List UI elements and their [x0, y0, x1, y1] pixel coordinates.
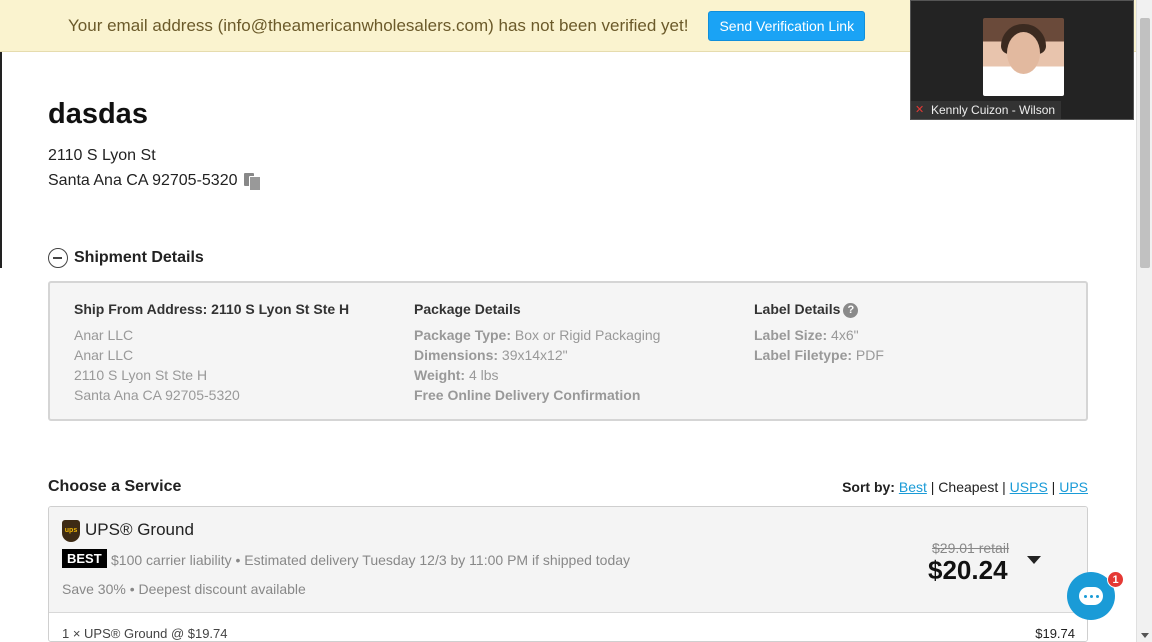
sort-option-ups[interactable]: UPS — [1059, 479, 1088, 495]
service-savings: Save 30% • Deepest discount available — [62, 581, 306, 597]
muted-mic-icon: ✕ — [915, 104, 925, 116]
package-type-row: Package Type: Box or Rigid Packaging — [414, 325, 660, 345]
retail-price: $29.01 retail — [932, 540, 1010, 556]
label-details-heading: Label Details — [754, 301, 841, 317]
service-price: $20.24 — [928, 555, 1008, 585]
sort-by-label: Sort by: — [842, 479, 895, 495]
line-item-description: 1 × UPS® Ground @ $19.74 — [62, 626, 228, 641]
delivery-confirmation-row: Free Online Delivery Confirmation — [414, 385, 660, 405]
package-type-label: Package Type: — [414, 327, 512, 343]
label-filetype-label: Label Filetype: — [754, 347, 853, 363]
left-divider — [0, 52, 2, 268]
service-summary[interactable]: ups UPS® Ground BEST $100 carrier liabil… — [49, 507, 1087, 613]
service-name: UPS® Ground — [85, 520, 194, 539]
ship-from-column: Ship From Address: 2110 S Lyon St Ste H … — [74, 299, 349, 405]
ship-from-line: Santa Ana CA 92705-5320 — [74, 387, 240, 403]
label-filetype-row: Label Filetype: PDF — [754, 345, 884, 365]
ship-from-heading: Ship From Address: 2110 S Lyon St Ste H — [74, 301, 350, 317]
order-title: dasdas — [48, 98, 148, 130]
ship-from-line: 2110 S Lyon St Ste H — [74, 367, 208, 383]
dimensions-label: Dimensions: — [414, 347, 499, 363]
shipment-details-panel: Ship From Address: 2110 S Lyon St Ste H … — [48, 281, 1088, 421]
label-size-value: 4x6" — [831, 327, 859, 343]
label-size-label: Label Size: — [754, 327, 828, 343]
ups-logo-icon: ups — [62, 520, 80, 542]
dimensions-value: 39x14x12" — [501, 347, 568, 363]
scrollbar-thumb[interactable] — [1140, 18, 1150, 268]
label-details-heading-row: Label Details? — [754, 299, 884, 319]
scroll-down-arrow-icon[interactable] — [1141, 633, 1149, 638]
ship-from-line: Anar LLC — [74, 347, 134, 363]
package-details-column: Package Details Package Type: Box or Rig… — [414, 299, 660, 405]
sort-option-usps[interactable]: USPS — [1010, 479, 1048, 495]
sort-by-controls: Sort by: Best | Cheapest | USPS | UPS — [842, 479, 1088, 495]
participant-face — [1007, 32, 1040, 74]
weight-row: Weight: 4 lbs — [414, 365, 660, 385]
label-filetype-value: PDF — [855, 347, 884, 363]
service-line-item-row: 1 × UPS® Ground @ $19.74 $19.74 — [49, 613, 1087, 641]
chat-unread-badge: 1 — [1107, 571, 1124, 588]
participant-name-tag: ✕ Kennly Cuizon - Wilson — [911, 101, 1062, 119]
label-size-row: Label Size: 4x6" — [754, 325, 884, 345]
dimensions-row: Dimensions: 39x14x12" — [414, 345, 660, 365]
package-type-value: Box or Rigid Packaging — [514, 327, 661, 343]
copy-icon[interactable] — [243, 173, 261, 191]
banner-message: Your email address (info@theamericanwhol… — [68, 15, 689, 35]
weight-value: 4 lbs — [468, 367, 499, 383]
shipment-details-label: Shipment Details — [74, 249, 204, 266]
recipient-address-line2: Santa Ana CA 92705-5320 — [48, 172, 238, 189]
sort-option-cheapest[interactable]: Cheapest — [938, 479, 998, 495]
best-badge: BEST — [62, 549, 107, 568]
page-scrollbar[interactable] — [1136, 0, 1152, 642]
choose-service-heading: Choose a Service — [48, 478, 182, 495]
collapse-minus-icon[interactable] — [48, 248, 68, 268]
sort-option-best[interactable]: Best — [899, 479, 927, 495]
service-description: $100 carrier liability • Estimated deliv… — [111, 552, 631, 568]
recipient-address-line1: 2110 S Lyon St — [48, 147, 156, 164]
weight-label: Weight: — [414, 367, 466, 383]
participant-name: Kennly Cuizon - Wilson — [931, 103, 1056, 117]
ship-from-line: Anar LLC — [74, 327, 134, 343]
shipment-details-toggle[interactable]: Shipment Details — [48, 248, 204, 268]
video-call-tile[interactable]: ✕ Kennly Cuizon - Wilson — [910, 0, 1134, 120]
label-details-column: Label Details? Label Size: 4x6" Label Fi… — [754, 299, 884, 365]
service-option-ups-ground[interactable]: ups UPS® Ground BEST $100 carrier liabil… — [48, 506, 1088, 642]
help-icon[interactable]: ? — [843, 302, 859, 318]
send-verification-link-button[interactable]: Send Verification Link — [708, 10, 866, 41]
participant-video — [983, 18, 1064, 96]
expand-caret-icon[interactable] — [1027, 556, 1041, 564]
package-details-heading: Package Details — [414, 301, 521, 317]
line-item-total: $19.74 — [1035, 626, 1075, 641]
recipient-address-line2-row: Santa Ana CA 92705-5320 — [48, 172, 261, 191]
delivery-confirmation: Free Online Delivery Confirmation — [414, 387, 641, 403]
chat-bubble-icon — [1079, 587, 1103, 605]
